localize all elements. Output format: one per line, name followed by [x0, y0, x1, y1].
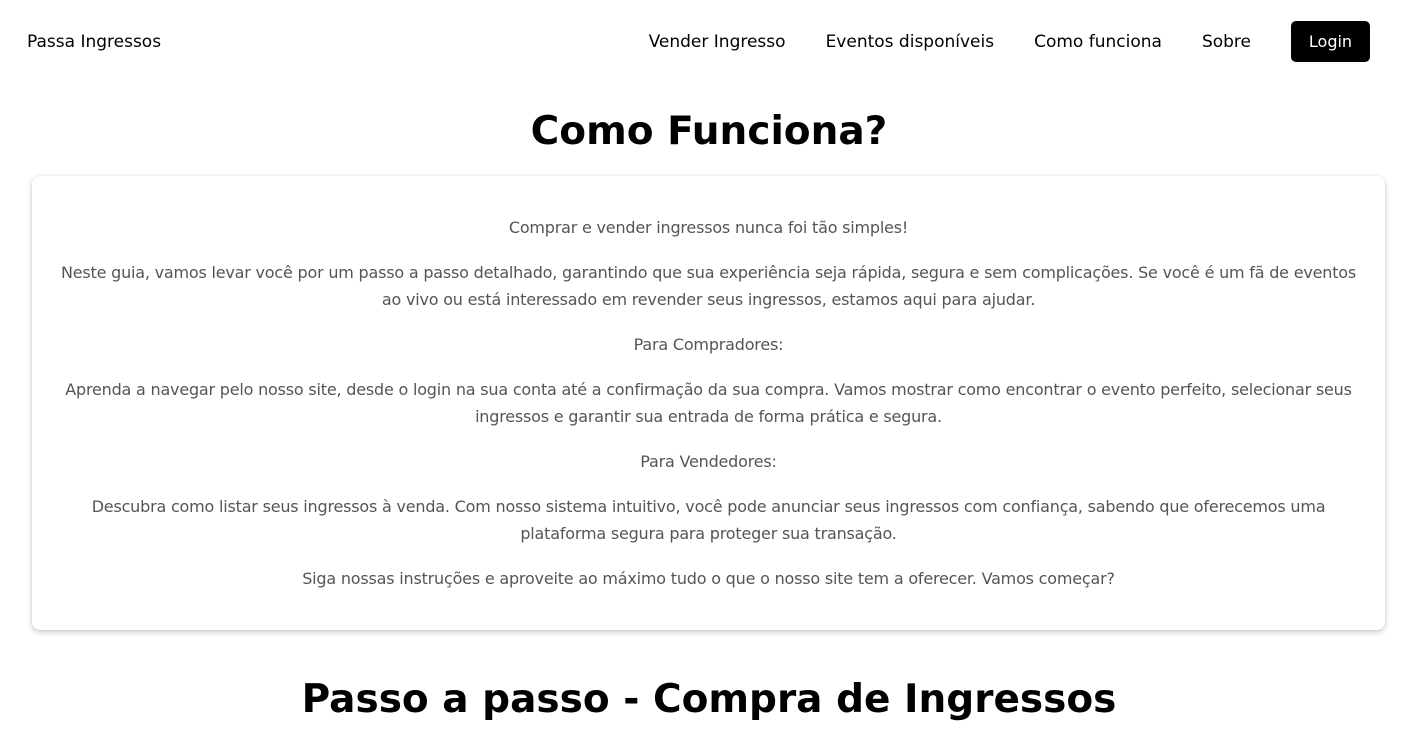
buyers-heading: Para Compradores: — [633, 335, 784, 354]
nav-link-sobre[interactable]: Sobre — [1202, 30, 1251, 54]
brand-link[interactable]: Passa Ingressos — [27, 30, 161, 54]
nav-link-vender-ingresso[interactable]: Vender Ingresso — [649, 30, 786, 54]
navbar: Passa Ingressos Vender Ingresso Eventos … — [0, 0, 1418, 84]
intro-paragraph-1: Comprar e vender ingressos nunca foi tão… — [508, 218, 909, 237]
nav-links: Vender Ingresso Eventos disponíveis Como… — [649, 21, 1370, 62]
buyers-paragraph: Aprenda a navegar pelo nosso site, desde… — [65, 380, 1352, 426]
intro-card: Comprar e vender ingressos nunca foi tão… — [32, 176, 1385, 630]
nav-link-eventos-disponiveis[interactable]: Eventos disponíveis — [826, 30, 995, 54]
intro-paragraph-2: Neste guia, vamos levar você por um pass… — [60, 263, 1357, 309]
sellers-paragraph: Descubra como listar seus ingressos à ve… — [91, 497, 1326, 543]
closing-paragraph: Siga nossas instruções e aproveite ao má… — [302, 569, 1115, 588]
login-button[interactable]: Login — [1291, 21, 1370, 62]
section-title-compra: Passo a passo - Compra de Ingressos — [301, 677, 1117, 722]
sellers-heading: Para Vendedores: — [640, 452, 777, 471]
page-title: Como Funciona? — [530, 109, 888, 154]
nav-link-como-funciona[interactable]: Como funciona — [1034, 30, 1162, 54]
